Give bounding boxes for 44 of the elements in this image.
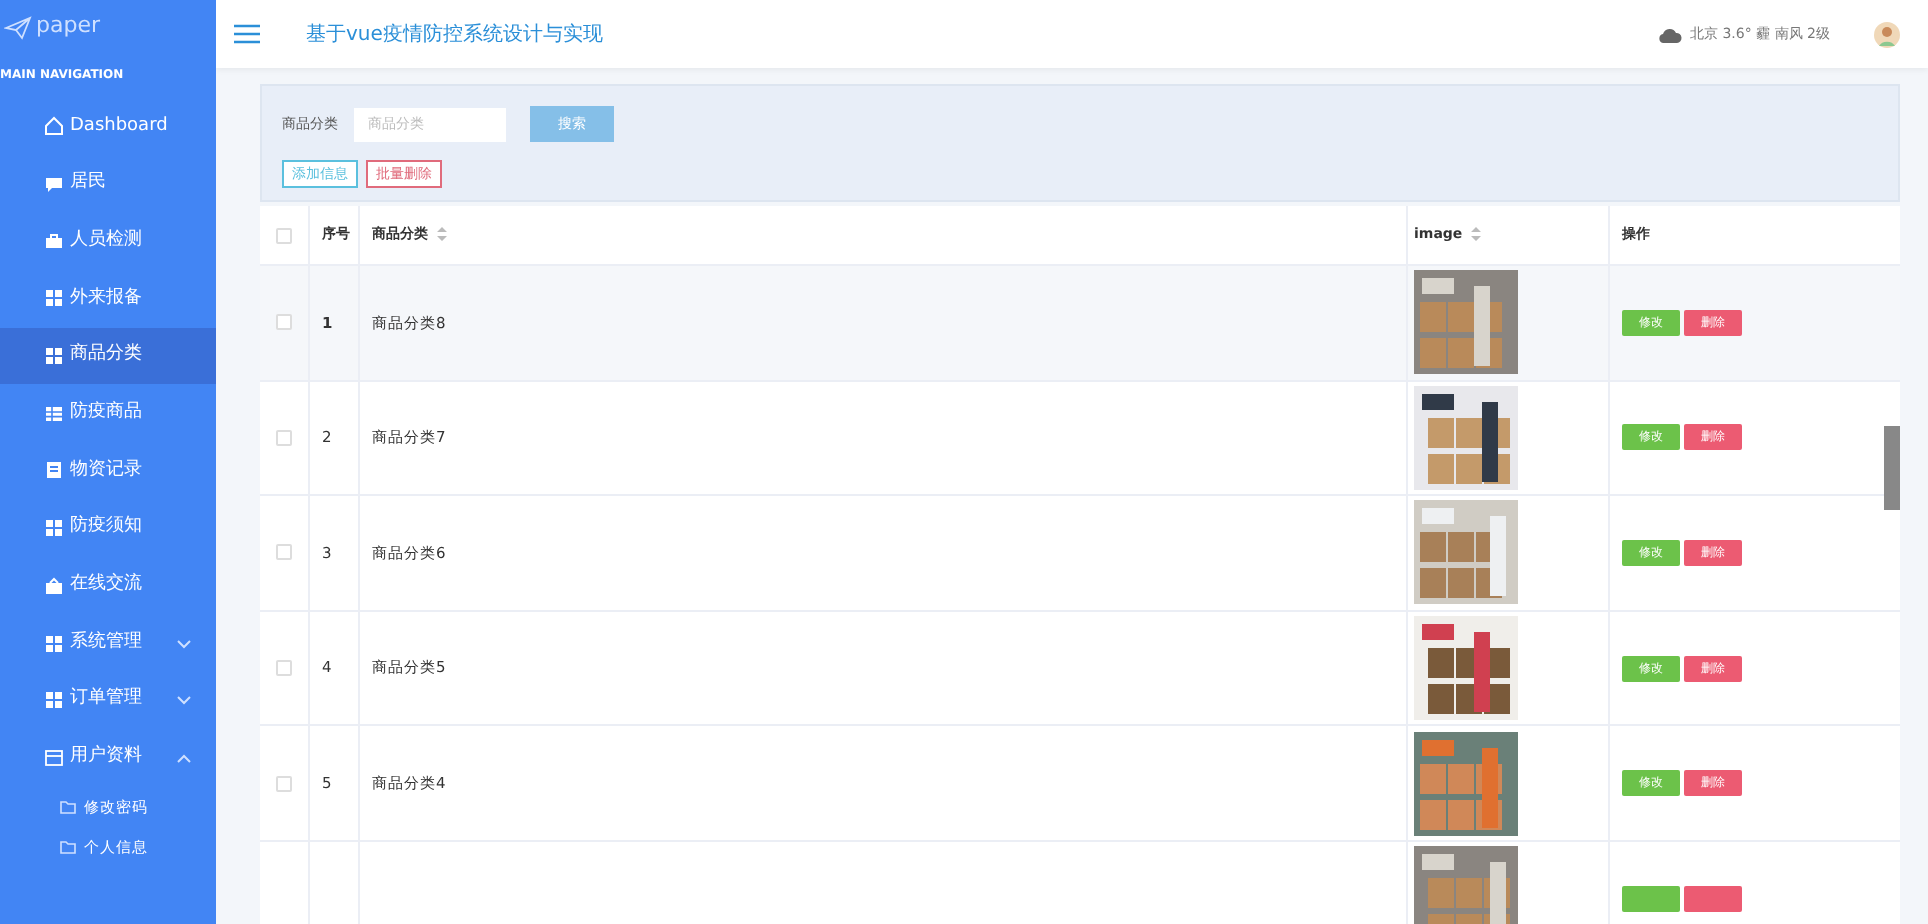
folder-icon <box>60 799 76 814</box>
grid-icon <box>44 690 64 711</box>
nav-item[interactable]: 在线交流 <box>0 557 216 615</box>
message-icon <box>44 174 64 195</box>
paper-plane-icon <box>4 15 32 39</box>
grid-icon <box>44 288 64 309</box>
checkbox[interactable] <box>276 429 292 446</box>
folder-icon <box>60 839 76 854</box>
nav-item[interactable]: 外来报备 <box>0 270 216 328</box>
nav-item[interactable]: 人员检测 <box>0 212 216 271</box>
checkbox[interactable] <box>276 660 292 677</box>
sort-icon <box>1470 226 1483 243</box>
home-icon <box>44 116 64 137</box>
checkbox[interactable] <box>276 544 292 561</box>
page-title: 基于vue疫情防控系统设计与实现 <box>306 21 603 49</box>
grid-icon <box>44 633 64 654</box>
nav-item[interactable]: 系统管理 <box>0 614 216 672</box>
card-icon <box>44 747 64 768</box>
grid-icon <box>44 346 64 367</box>
edit-button[interactable] <box>1622 885 1680 912</box>
grid-icon <box>44 518 64 539</box>
nav-item[interactable]: 商品分类 <box>0 327 216 385</box>
table-icon <box>44 403 64 424</box>
nav-item[interactable]: 防疫须知 <box>0 499 216 557</box>
briefcase-icon <box>44 231 64 252</box>
checkbox[interactable] <box>276 775 292 792</box>
nav-item[interactable]: 防疫商品 <box>0 384 216 443</box>
delete-button[interactable] <box>1684 885 1742 912</box>
checkbox[interactable] <box>276 314 292 331</box>
nav-item[interactable]: 物资记录 <box>0 442 216 500</box>
nav-item[interactable]: 用户资料 <box>0 729 216 787</box>
nav-item[interactable]: 订单管理 <box>0 671 216 730</box>
menu-button[interactable] <box>234 24 260 44</box>
avatar-icon <box>1874 21 1900 47</box>
scrollbar-thumb[interactable] <box>1884 426 1900 510</box>
logo-text: paper <box>36 10 100 43</box>
nav-item[interactable]: 居民 <box>0 155 216 213</box>
menu-icon <box>234 24 260 44</box>
sort-icon <box>436 226 448 243</box>
checkbox[interactable] <box>276 227 292 243</box>
bag-icon <box>44 575 64 596</box>
list-icon <box>44 460 64 481</box>
cloud-icon <box>1658 25 1682 43</box>
nav-item[interactable]: Dashboard <box>0 98 216 156</box>
